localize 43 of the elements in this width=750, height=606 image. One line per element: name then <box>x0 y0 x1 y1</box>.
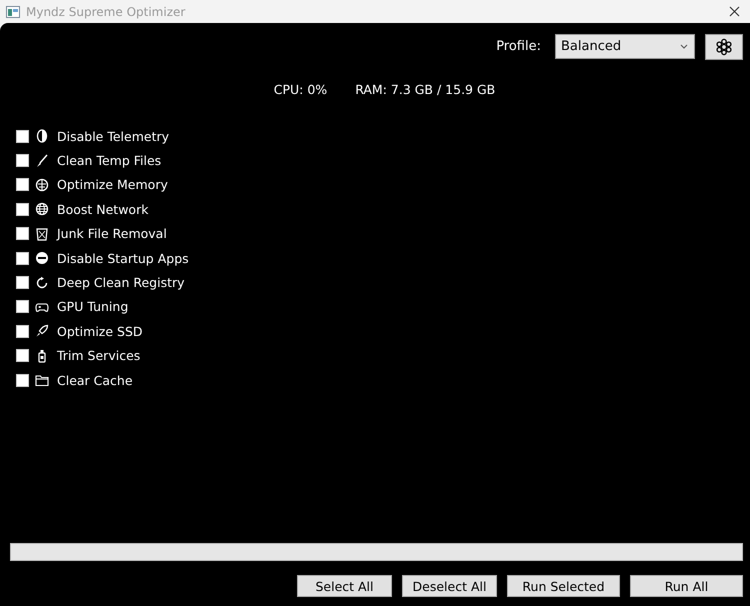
action-button[interactable]: Deselect All <box>402 575 497 597</box>
task-label: Clear Cache <box>57 372 133 388</box>
task-label: Deep Clean Registry <box>57 275 185 290</box>
checkbox[interactable] <box>16 324 29 338</box>
profile-dropdown[interactable]: Balanced <box>555 34 695 59</box>
settings-icon <box>715 38 733 56</box>
checkbox[interactable] <box>16 374 29 387</box>
folder-icon <box>35 373 49 388</box>
profile-label: Profile: <box>496 39 541 54</box>
checkbox[interactable] <box>16 227 29 240</box>
task-label: Trim Services <box>57 348 140 364</box>
task-label: Optimize Memory <box>57 177 168 192</box>
app-icon <box>6 6 20 18</box>
caret-icon <box>680 44 688 49</box>
task-label: Junk File Removal <box>57 226 167 242</box>
task-label: Clean Temp Files <box>57 153 162 168</box>
task-label: GPU Tuning <box>57 299 128 314</box>
action-button[interactable]: Select All <box>297 575 392 597</box>
action-button[interactable]: Run Selected <box>507 575 620 597</box>
checkbox[interactable] <box>16 202 29 216</box>
checkbox[interactable] <box>16 178 29 192</box>
close-icon[interactable] <box>729 6 740 17</box>
checkbox[interactable] <box>16 130 29 143</box>
globe-icon <box>35 202 49 216</box>
checkbox[interactable] <box>16 276 29 290</box>
checkbox[interactable] <box>16 349 29 362</box>
brush-icon <box>35 154 49 168</box>
ram-usage: RAM: 7.3 GB / 15.9 GB <box>355 82 496 97</box>
cpu-usage: CPU: 0% <box>274 82 328 97</box>
task-label: Disable Telemetry <box>57 128 170 144</box>
window-title: Myndz Supreme Optimizer <box>26 4 186 18</box>
task-label: Boost Network <box>57 202 148 217</box>
rocket-icon <box>35 324 49 338</box>
checkbox[interactable] <box>16 154 29 168</box>
refresh-icon <box>35 276 49 290</box>
settings-button[interactable] <box>705 34 743 60</box>
task-label: Disable Startup Apps <box>57 250 189 266</box>
checkbox[interactable] <box>16 252 29 265</box>
no-entry-icon <box>35 251 49 266</box>
trash-icon <box>35 226 49 241</box>
checkbox[interactable] <box>16 300 29 314</box>
action-button[interactable]: Run All <box>630 575 743 597</box>
task-label: Optimize SSD <box>57 324 143 339</box>
